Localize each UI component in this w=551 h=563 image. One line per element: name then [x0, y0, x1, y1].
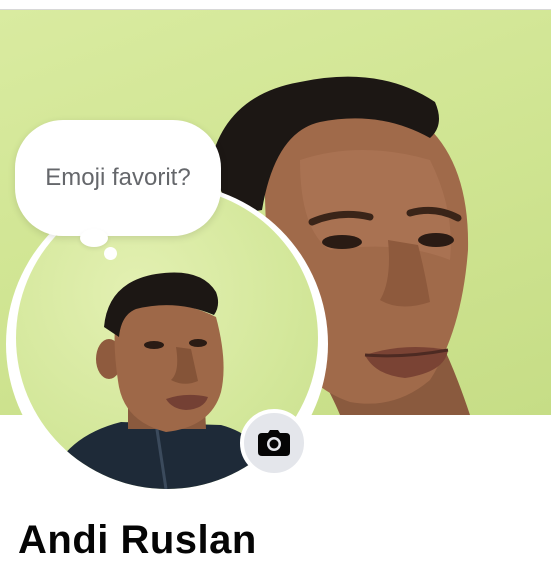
profile-note-bubble[interactable]: Emoji favorit? [15, 120, 221, 236]
note-bubble-tail-large [80, 229, 108, 247]
profile-note-prompt: Emoji favorit? [45, 164, 191, 191]
top-divider [0, 0, 551, 10]
camera-icon [258, 430, 290, 456]
note-bubble-tail-small [104, 247, 117, 260]
change-profile-picture-button[interactable] [240, 409, 308, 477]
profile-name: Andi Ruslan [18, 518, 257, 562]
